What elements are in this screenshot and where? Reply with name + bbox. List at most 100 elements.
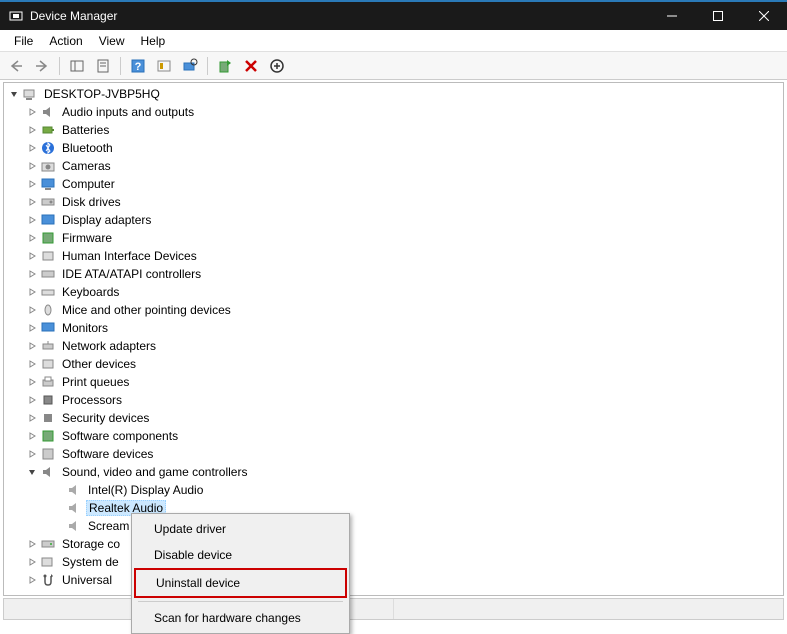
category-icon — [40, 122, 56, 138]
show-hide-button[interactable] — [65, 54, 89, 78]
tree-category-label: Display adapters — [60, 213, 153, 227]
menu-view[interactable]: View — [91, 32, 133, 50]
tree-category[interactable]: Bluetooth — [4, 139, 783, 157]
uninstall-button[interactable] — [239, 54, 263, 78]
chevron-right-icon[interactable] — [26, 394, 38, 406]
tree-category-label: Monitors — [60, 321, 110, 335]
category-icon — [40, 230, 56, 246]
forward-button[interactable] — [30, 54, 54, 78]
menu-action[interactable]: Action — [41, 32, 90, 50]
tree-category[interactable]: Keyboards — [4, 283, 783, 301]
chevron-right-icon[interactable] — [26, 412, 38, 424]
close-button[interactable] — [741, 2, 787, 30]
menubar: File Action View Help — [0, 30, 787, 52]
tree-root[interactable]: DESKTOP-JVBP5HQ — [4, 85, 783, 103]
tree-category[interactable]: Network adapters — [4, 337, 783, 355]
chevron-right-icon[interactable] — [26, 376, 38, 388]
category-icon — [40, 446, 56, 462]
chevron-right-icon[interactable] — [26, 448, 38, 460]
tree-category-label: Human Interface Devices — [60, 249, 199, 263]
tree-category[interactable]: Computer — [4, 175, 783, 193]
chevron-right-icon[interactable] — [26, 358, 38, 370]
tree-category-label: Software components — [60, 429, 180, 443]
tree-device[interactable]: Realtek Audio — [4, 499, 783, 517]
category-icon — [40, 464, 56, 480]
category-icon — [40, 374, 56, 390]
category-icon — [40, 212, 56, 228]
tree-category[interactable]: Human Interface Devices — [4, 247, 783, 265]
sound-icon — [66, 500, 82, 516]
cm-scan-hardware[interactable]: Scan for hardware changes — [134, 605, 347, 631]
chevron-right-icon[interactable] — [26, 142, 38, 154]
tree-category[interactable]: Monitors — [4, 319, 783, 337]
tree-category[interactable]: Firmware — [4, 229, 783, 247]
chevron-right-icon[interactable] — [26, 268, 38, 280]
chevron-right-icon[interactable] — [26, 430, 38, 442]
chevron-right-icon[interactable] — [26, 574, 38, 586]
maximize-button[interactable] — [695, 2, 741, 30]
category-icon — [40, 320, 56, 336]
tree-device[interactable]: Intel(R) Display Audio — [4, 481, 783, 499]
menu-help[interactable]: Help — [133, 32, 174, 50]
tree-category-label: System de — [60, 555, 121, 569]
chevron-right-icon[interactable] — [26, 322, 38, 334]
tree-category-label: Network adapters — [60, 339, 158, 353]
category-icon — [40, 176, 56, 192]
minimize-button[interactable] — [649, 2, 695, 30]
back-button[interactable] — [4, 54, 28, 78]
category-icon — [40, 302, 56, 318]
tree-category[interactable]: IDE ATA/ATAPI controllers — [4, 265, 783, 283]
tree-category-label: Mice and other pointing devices — [60, 303, 233, 317]
action-button[interactable] — [152, 54, 176, 78]
tree-category[interactable]: Audio inputs and outputs — [4, 103, 783, 121]
properties-button[interactable] — [91, 54, 115, 78]
cm-uninstall-device[interactable]: Uninstall device — [134, 568, 347, 598]
chevron-down-icon[interactable] — [8, 88, 20, 100]
tree-category-label: Audio inputs and outputs — [60, 105, 196, 119]
tree-category[interactable]: Software components — [4, 427, 783, 445]
chevron-down-icon[interactable] — [26, 466, 38, 478]
chevron-right-icon[interactable] — [26, 286, 38, 298]
category-icon — [40, 284, 56, 300]
tree-category[interactable]: System de — [4, 553, 783, 571]
tree-category[interactable]: Sound, video and game controllers — [4, 463, 783, 481]
tree-category[interactable]: Security devices — [4, 409, 783, 427]
help-button[interactable]: ? — [126, 54, 150, 78]
chevron-right-icon[interactable] — [26, 340, 38, 352]
tree-category[interactable]: Cameras — [4, 157, 783, 175]
tree-category[interactable]: Other devices — [4, 355, 783, 373]
tree-category[interactable]: Mice and other pointing devices — [4, 301, 783, 319]
scan-changes-button[interactable] — [265, 54, 289, 78]
chevron-right-icon[interactable] — [26, 178, 38, 190]
tree-category[interactable]: Disk drives — [4, 193, 783, 211]
chevron-right-icon[interactable] — [26, 556, 38, 568]
chevron-right-icon[interactable] — [26, 538, 38, 550]
cm-disable-device[interactable]: Disable device — [134, 542, 347, 568]
chevron-right-icon[interactable] — [26, 250, 38, 262]
tree-category[interactable]: Universal — [4, 571, 783, 589]
tree-category-label: Bluetooth — [60, 141, 115, 155]
tree-category[interactable]: Processors — [4, 391, 783, 409]
cm-update-driver[interactable]: Update driver — [134, 516, 347, 542]
tree-category[interactable]: Print queues — [4, 373, 783, 391]
chevron-right-icon[interactable] — [26, 106, 38, 118]
menu-file[interactable]: File — [6, 32, 41, 50]
device-tree[interactable]: DESKTOP-JVBP5HQ Audio inputs and outputs… — [3, 82, 784, 596]
enable-button[interactable] — [213, 54, 237, 78]
tree-category[interactable]: Storage co — [4, 535, 783, 553]
tree-category[interactable]: Batteries — [4, 121, 783, 139]
computer-icon — [22, 86, 38, 102]
chevron-right-icon[interactable] — [26, 214, 38, 226]
chevron-right-icon[interactable] — [26, 160, 38, 172]
tree-category[interactable]: Display adapters — [4, 211, 783, 229]
scan-hardware-button[interactable] — [178, 54, 202, 78]
chevron-right-icon[interactable] — [26, 232, 38, 244]
category-icon — [40, 248, 56, 264]
tree-category-label: Sound, video and game controllers — [60, 465, 249, 479]
tree-category-label: Print queues — [60, 375, 131, 389]
chevron-right-icon[interactable] — [26, 124, 38, 136]
tree-category[interactable]: Software devices — [4, 445, 783, 463]
tree-device[interactable]: Scream — [4, 517, 783, 535]
chevron-right-icon[interactable] — [26, 196, 38, 208]
chevron-right-icon[interactable] — [26, 304, 38, 316]
